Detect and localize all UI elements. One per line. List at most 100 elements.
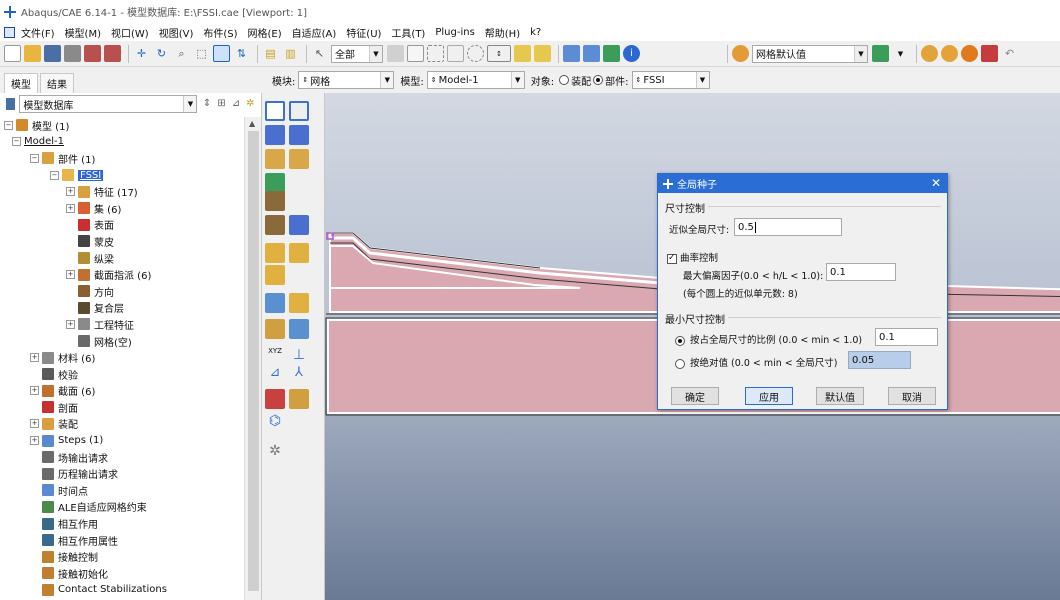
part-radio[interactable] — [593, 75, 604, 85]
defaults-button[interactable]: 默认值 — [816, 387, 864, 405]
menu-adaptivity[interactable]: 自适应(A) — [292, 25, 337, 40]
save-icon[interactable] — [44, 45, 61, 62]
create-datum-icon[interactable] — [265, 265, 285, 285]
tree-node[interactable]: + 集 (6) — [0, 200, 244, 217]
partition-cell-icon[interactable] — [265, 215, 285, 235]
chevron-down-icon[interactable]: ▼ — [510, 72, 524, 88]
apply-button[interactable]: 应用 — [745, 387, 793, 405]
menu-plugins[interactable]: Plug-ins — [435, 27, 474, 38]
tree-node[interactable]: 场输出请求 — [0, 449, 244, 466]
collapse-icon[interactable]: − — [50, 170, 59, 180]
chevron-down-icon[interactable]: ▼ — [695, 72, 709, 88]
expand-icon[interactable]: + — [30, 353, 39, 363]
menu-viewport[interactable]: 视口(W) — [111, 25, 149, 40]
tree-node[interactable]: 历程输出请求 — [0, 465, 244, 482]
close-icon[interactable]: ✕ — [931, 176, 941, 190]
tree-node[interactable]: − 模型 (1) — [0, 117, 244, 134]
partition-edge-icon[interactable] — [265, 293, 285, 313]
tree-node[interactable]: + 特征 (17) — [0, 183, 244, 200]
select-circle-icon[interactable] — [467, 45, 484, 62]
seed-edge-tool-icon[interactable] — [289, 101, 309, 121]
select-from-screen-icon[interactable] — [387, 45, 404, 62]
seed-part-icon[interactable]: ↕ — [487, 45, 511, 62]
tree-node[interactable]: 表面 — [0, 217, 244, 234]
datum-xyz-icon[interactable]: XYZ — [265, 347, 285, 367]
max-deviation-field[interactable]: 0.1 — [826, 263, 896, 281]
tree-node[interactable]: + 截面 (6) — [0, 383, 244, 400]
tree-node[interactable]: + 工程特征 — [0, 316, 244, 333]
tree-node[interactable]: 校验 — [0, 366, 244, 383]
zoom-icon[interactable]: ⌕ — [173, 45, 190, 62]
tree-node[interactable]: + Steps (1) — [0, 432, 244, 449]
query-edit-icon[interactable] — [265, 389, 285, 409]
menu-view[interactable]: 视图(V) — [159, 25, 194, 40]
menu-context-help[interactable]: k? — [530, 27, 541, 38]
ok-button[interactable]: 确定 — [671, 387, 719, 405]
sort-icon[interactable]: ⇕ — [202, 98, 211, 110]
virtual-topology-icon[interactable] — [265, 243, 285, 263]
verify-mesh-icon[interactable] — [265, 173, 285, 193]
tools-icon[interactable]: ✲ — [265, 443, 285, 463]
tree-node[interactable]: + 材料 (6) — [0, 349, 244, 366]
menu-seed[interactable]: 布件(S) — [203, 25, 237, 40]
tree-node[interactable]: + 截面指派 (6) — [0, 266, 244, 283]
mesh-part-tool-icon[interactable] — [265, 149, 285, 169]
select-add-icon[interactable] — [447, 45, 464, 62]
menu-mesh[interactable]: 网格(E) — [248, 25, 282, 40]
by-fraction-field[interactable]: 0.1 — [875, 328, 938, 346]
expand-icon[interactable]: + — [30, 386, 39, 396]
cycle-views-icon[interactable]: ⇅ — [233, 45, 250, 62]
tree-node[interactable]: 相互作用属性 — [0, 532, 244, 549]
open-folder-icon[interactable] — [24, 45, 41, 62]
model-combo[interactable]: ⇕ Model-1 ▼ — [426, 71, 525, 89]
print-icon[interactable] — [64, 45, 81, 62]
tree-node[interactable]: 相互作用 — [0, 515, 244, 532]
render-wireframe-icon[interactable] — [563, 45, 580, 62]
chevron-down-icon[interactable]: ▼ — [183, 96, 197, 112]
expand-icon[interactable]: + — [66, 203, 75, 213]
collapse-icon[interactable]: − — [30, 153, 39, 163]
tree-node[interactable]: 方向 — [0, 283, 244, 300]
partition-edge-2-icon[interactable] — [289, 293, 309, 313]
seed-part-tool-icon[interactable] — [265, 101, 285, 121]
assign-mesh-controls-icon[interactable] — [265, 125, 285, 145]
module-combo[interactable]: ⇕ 网格 ▼ — [298, 71, 395, 89]
approx-global-size-field[interactable]: 0.5 — [734, 218, 842, 236]
mesh-part-icon[interactable] — [514, 45, 531, 62]
tree-node[interactable]: 纵梁 — [0, 250, 244, 267]
export-icon[interactable] — [104, 45, 121, 62]
collapse-icon[interactable]: − — [4, 120, 13, 130]
mesh-defaults-combo[interactable]: 网格默认值 ▼ — [752, 44, 868, 63]
assembly-radio[interactable] — [559, 75, 570, 85]
datum-axis-icon[interactable]: ⊥ — [289, 347, 309, 367]
tree-node[interactable]: − 部件 (1) — [0, 150, 244, 167]
render-shaded-icon[interactable] — [603, 45, 620, 62]
tree-node[interactable]: − Model-1 — [0, 134, 244, 151]
info-icon[interactable]: i — [623, 45, 640, 62]
highlight-icon[interactable]: ✲ — [246, 98, 255, 110]
selection-filter-combo[interactable]: 全部 ▼ — [331, 44, 383, 63]
tree-node[interactable]: 时间点 — [0, 482, 244, 499]
select-through-icon[interactable] — [407, 45, 424, 62]
curvature-control-checkbox[interactable] — [667, 253, 677, 264]
render-hidden-icon[interactable] — [583, 45, 600, 62]
tree-node[interactable]: ALE自适应网格约束 — [0, 499, 244, 516]
expand-icon[interactable]: + — [66, 319, 75, 329]
query-arrow-icon[interactable] — [981, 45, 998, 62]
tree-node[interactable]: + 装配 — [0, 416, 244, 433]
expand-icon[interactable]: + — [30, 436, 39, 446]
color-dropdown-icon[interactable]: ▼ — [892, 45, 909, 62]
menu-tools[interactable]: 工具(T) — [391, 25, 425, 40]
mesh-region-icon[interactable] — [534, 45, 551, 62]
datum-csys-icon[interactable]: ⅄ — [289, 365, 309, 385]
partition-face-icon[interactable] — [265, 191, 285, 211]
scroll-up-icon[interactable]: ▲ — [249, 119, 255, 128]
by-absolute-radio[interactable] — [675, 358, 685, 369]
menu-help[interactable]: 帮助(H) — [485, 25, 520, 40]
new-file-icon[interactable] — [4, 45, 21, 62]
copy-icon[interactable] — [289, 389, 309, 409]
datum-plane-icon[interactable]: ⊿ — [265, 365, 285, 385]
by-absolute-field[interactable]: 0.05 — [848, 351, 911, 369]
expand-icon[interactable]: + — [30, 419, 39, 429]
part-combo[interactable]: ⇕ FSSI ▼ — [631, 71, 710, 89]
